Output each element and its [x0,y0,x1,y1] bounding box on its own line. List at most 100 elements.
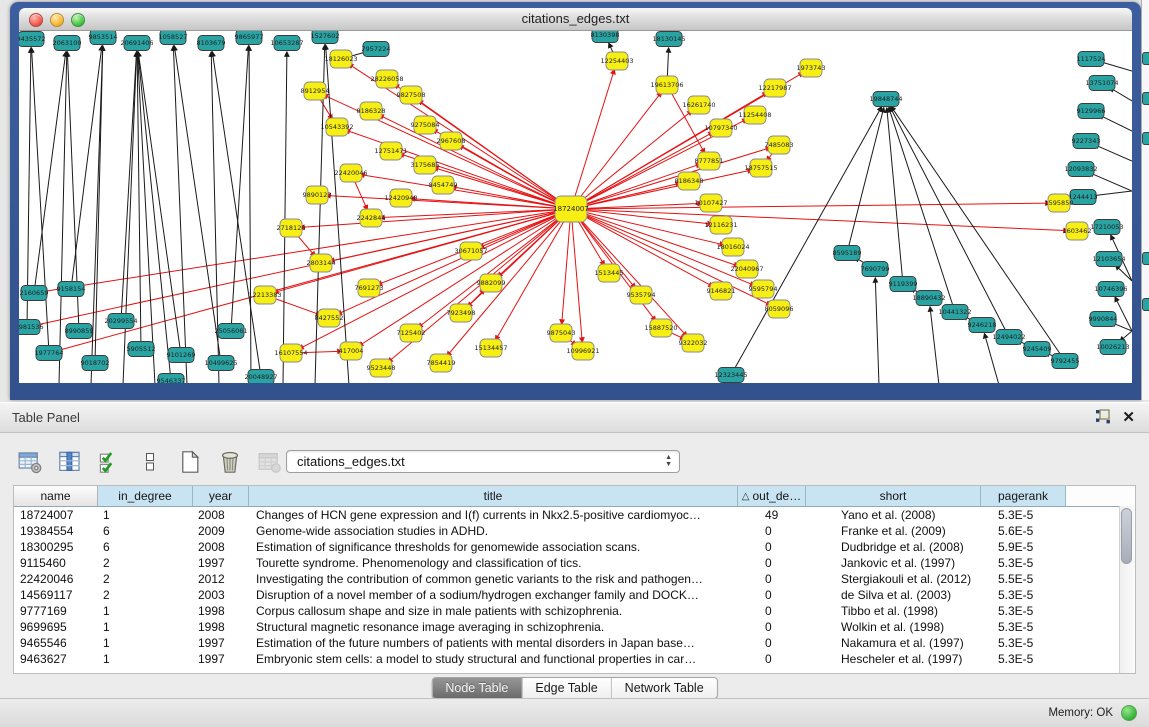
graph-node[interactable]: 10441322 [938,305,971,320]
graph-node[interactable]: 9435572 [19,32,45,47]
graph-node[interactable]: 9129966 [1077,104,1106,119]
cell-pagerank[interactable]: 5.3E-5 [981,651,1066,667]
graph-node[interactable]: 8912954 [301,82,330,100]
cell-pagerank[interactable]: 5.5E-5 [981,571,1066,587]
graph-node[interactable]: 12103654 [1092,252,1125,267]
close-window-button[interactable] [29,13,43,27]
citation-edge[interactable] [174,46,221,363]
graph-node[interactable]: 9865977 [235,31,264,45]
graph-node[interactable]: 1527602 [311,31,340,44]
network-window-titlebar[interactable]: citations_edges.txt [19,8,1132,31]
cell-in-degree[interactable]: 1 [98,651,193,667]
graph-node[interactable]: 18126023 [324,50,357,68]
graph-node[interactable]: 7923498 [447,304,476,322]
graph-node[interactable]: 9322032 [679,334,708,352]
cell-name[interactable]: 9699695 [14,619,98,635]
graph-node[interactable]: 9882099 [477,274,506,292]
graph-node[interactable]: 9246218 [968,318,997,333]
table-row[interactable]: 2242004622012Investigating the contribut… [14,571,1135,587]
cell-short[interactable]: Yano et al. (2008) [806,507,981,523]
graph-node[interactable]: 18016024 [716,238,749,256]
cell-in-degree[interactable]: 1 [98,603,193,619]
graph-node[interactable]: 20691406 [120,36,153,51]
cell-title[interactable]: Structural magnetic resonance image aver… [249,619,738,635]
cell-name[interactable]: 9465546 [14,635,98,651]
graph-node[interactable]: 15134457 [474,339,507,357]
cell-year[interactable]: 1997 [193,555,249,571]
graph-node[interactable]: 10981536 [19,320,44,335]
graph-node[interactable]: 9875043 [547,324,576,342]
graph-node[interactable]: 2718120 [277,219,306,237]
column-header-name[interactable]: name [14,486,98,506]
graph-node[interactable]: 5905512 [127,342,156,357]
column-header-pagerank[interactable]: pagerank [981,486,1066,506]
graph-node[interactable]: 7690799 [861,262,890,277]
citation-edge[interactable] [731,107,882,375]
cell-out-de-[interactable]: 0 [738,571,806,587]
graph-node[interactable]: 9245409 [1023,342,1052,357]
citation-edge[interactable] [571,209,771,305]
graph-node[interactable]: 7957224 [362,42,391,57]
cell-title[interactable]: Changes of HCN gene expression and I(f) … [249,507,738,523]
zoom-window-button[interactable] [71,13,85,27]
citation-network-graph[interactable]: 9435572206310098535142069140610585278103… [19,31,1132,383]
citation-edge[interactable] [173,46,187,383]
graph-node[interactable]: 7691273 [355,279,384,297]
graph-node[interactable]: 25056061 [214,324,247,339]
graph-node[interactable]: 8186328 [357,102,386,120]
cell-year[interactable]: 2012 [193,571,249,587]
cell-year[interactable]: 1997 [193,651,249,667]
row-height-icon[interactable] [136,449,163,476]
cell-out-de-[interactable]: 0 [738,587,806,603]
graph-node[interactable]: 9535794 [627,286,656,304]
table-row[interactable]: 977716911998Corpus callosum shape and si… [14,603,1135,619]
cell-pagerank[interactable]: 5.3E-5 [981,555,1066,571]
cell-name[interactable]: 9463627 [14,651,98,667]
cell-year[interactable]: 1998 [193,619,249,635]
citation-edge[interactable] [571,92,661,209]
citation-edge[interactable] [571,209,582,342]
column-header-year[interactable]: year [193,486,249,506]
graph-node[interactable]: 3175685 [411,156,440,174]
citation-edge[interactable] [571,209,1068,231]
new-column-icon[interactable] [176,449,203,476]
table-selector-dropdown[interactable]: citations_edges.txt ▲▼ [286,450,680,473]
graph-node[interactable]: 1058527 [159,31,188,45]
graph-node[interactable]: 2063100 [53,36,82,51]
graph-node[interactable]: 1603462 [1063,222,1092,240]
citation-edge[interactable] [875,278,879,383]
graph-node[interactable]: 18890432 [912,291,945,306]
citation-edge[interactable] [1115,297,1132,331]
graph-node[interactable]: 8130398 [591,31,620,43]
graph-node[interactable]: 9890123 [303,186,332,204]
float-panel-icon[interactable] [1095,409,1111,429]
citation-edge[interactable] [249,46,251,383]
table-row[interactable]: 911546021997Tourette syndrome. Phenomeno… [14,555,1135,571]
graph-node[interactable]: 1977764 [35,346,64,361]
graph-node[interactable]: 7854419 [427,354,456,372]
cell-short[interactable]: Nakamura et al. (1997) [806,635,981,651]
graph-node[interactable]: 19848744 [869,92,902,107]
minimize-window-button[interactable] [50,13,64,27]
cell-in-degree[interactable]: 1 [98,619,193,635]
cell-pagerank[interactable]: 5.3E-5 [981,635,1066,651]
graph-node[interactable]: 9827508 [397,86,426,104]
graph-node[interactable]: 22420046 [334,164,367,182]
citation-edge[interactable] [571,209,713,287]
graph-node[interactable]: 2242844 [357,209,386,227]
citation-edge[interactable] [571,70,614,209]
citation-edge[interactable] [1116,265,1132,281]
graph-node[interactable]: 18757515 [744,159,777,177]
graph-node[interactable]: 2160659 [20,286,49,301]
graph-node[interactable]: 10653287 [270,36,303,51]
graph-node[interactable]: 12093832 [1064,162,1097,177]
cell-pagerank[interactable]: 5.3E-5 [981,619,1066,635]
graph-node[interactable]: 12751471 [374,142,407,160]
table-row[interactable]: 969969511998Structural magnetic resonanc… [14,619,1135,635]
graph-node[interactable]: 8103679 [197,36,226,51]
graph-node[interactable]: 9101269 [167,348,196,363]
cell-short[interactable]: de Silva et al. (2003) [806,587,981,603]
vertical-scrollbar[interactable] [1119,506,1135,673]
graph-node[interactable]: 9792455 [1051,354,1080,369]
cell-year[interactable]: 1997 [193,635,249,651]
